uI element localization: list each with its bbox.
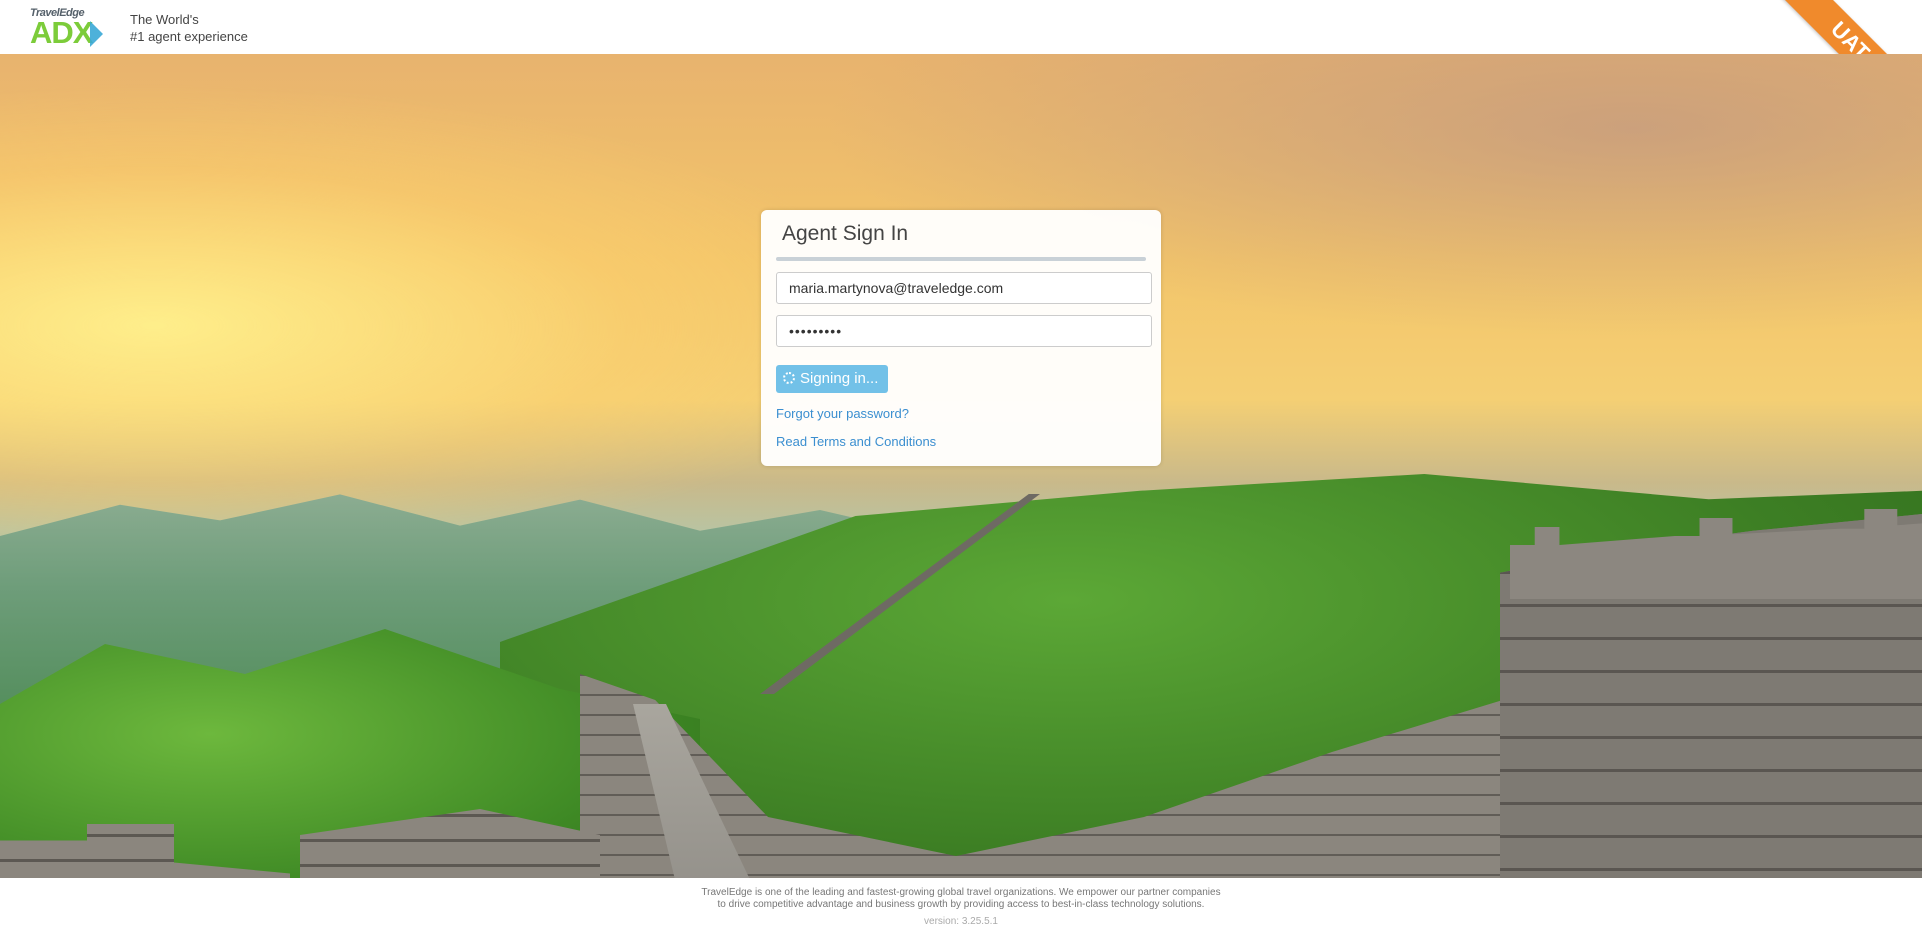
hero-background-image <box>0 54 1922 878</box>
signin-button-label: Signing in... <box>800 370 879 387</box>
terms-link[interactable]: Read Terms and Conditions <box>776 434 936 449</box>
footer-description: TravelEdge is one of the leading and fas… <box>661 887 1261 911</box>
top-header: TravelEdge ADX The World's #1 agent expe… <box>0 0 1922 138</box>
title-divider <box>776 257 1146 261</box>
signin-button[interactable]: Signing in... <box>776 365 888 393</box>
signin-card: Agent Sign In maria.martynova@traveledge… <box>761 210 1161 466</box>
footer-line-1: TravelEdge is one of the leading and fas… <box>701 887 1221 898</box>
email-input[interactable]: maria.martynova@traveledge.com <box>776 272 1152 304</box>
signin-title: Agent Sign In <box>782 222 909 245</box>
tagline-line-2: #1 agent experience <box>130 29 248 44</box>
password-input[interactable]: ••••••••• <box>776 315 1152 347</box>
loading-spinner-icon <box>783 372 795 384</box>
logo-arrow-icon <box>90 21 103 47</box>
tagline-line-1: The World's <box>130 12 199 27</box>
logo-product-text: ADX <box>30 15 93 50</box>
tagline: The World's #1 agent experience <box>130 11 248 45</box>
footer-line-2: to drive competitive advantage and busin… <box>717 899 1205 910</box>
footer: TravelEdge is one of the leading and fas… <box>0 878 1922 937</box>
version-label: version: 3.25.5.1 <box>924 916 998 927</box>
forgot-password-link[interactable]: Forgot your password? <box>776 406 909 421</box>
traveledge-adx-logo[interactable]: TravelEdge ADX <box>30 7 112 49</box>
